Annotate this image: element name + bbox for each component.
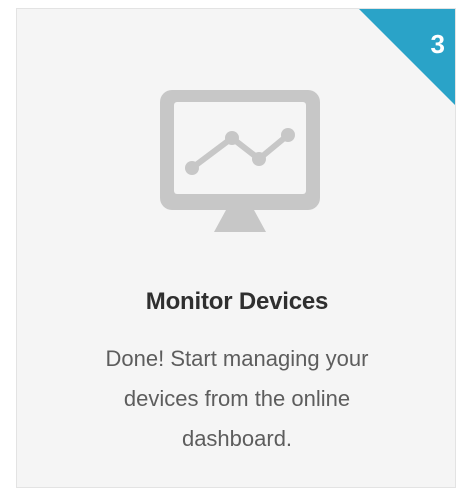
step-card: 3 Monitor Devices Done! Start managing y… <box>16 8 456 488</box>
step-number: 3 <box>430 29 445 59</box>
step-title: Monitor Devices <box>145 288 329 315</box>
step-description: Done! Start managing your devices from t… <box>105 346 369 451</box>
monitor-chart-icon <box>160 90 320 232</box>
